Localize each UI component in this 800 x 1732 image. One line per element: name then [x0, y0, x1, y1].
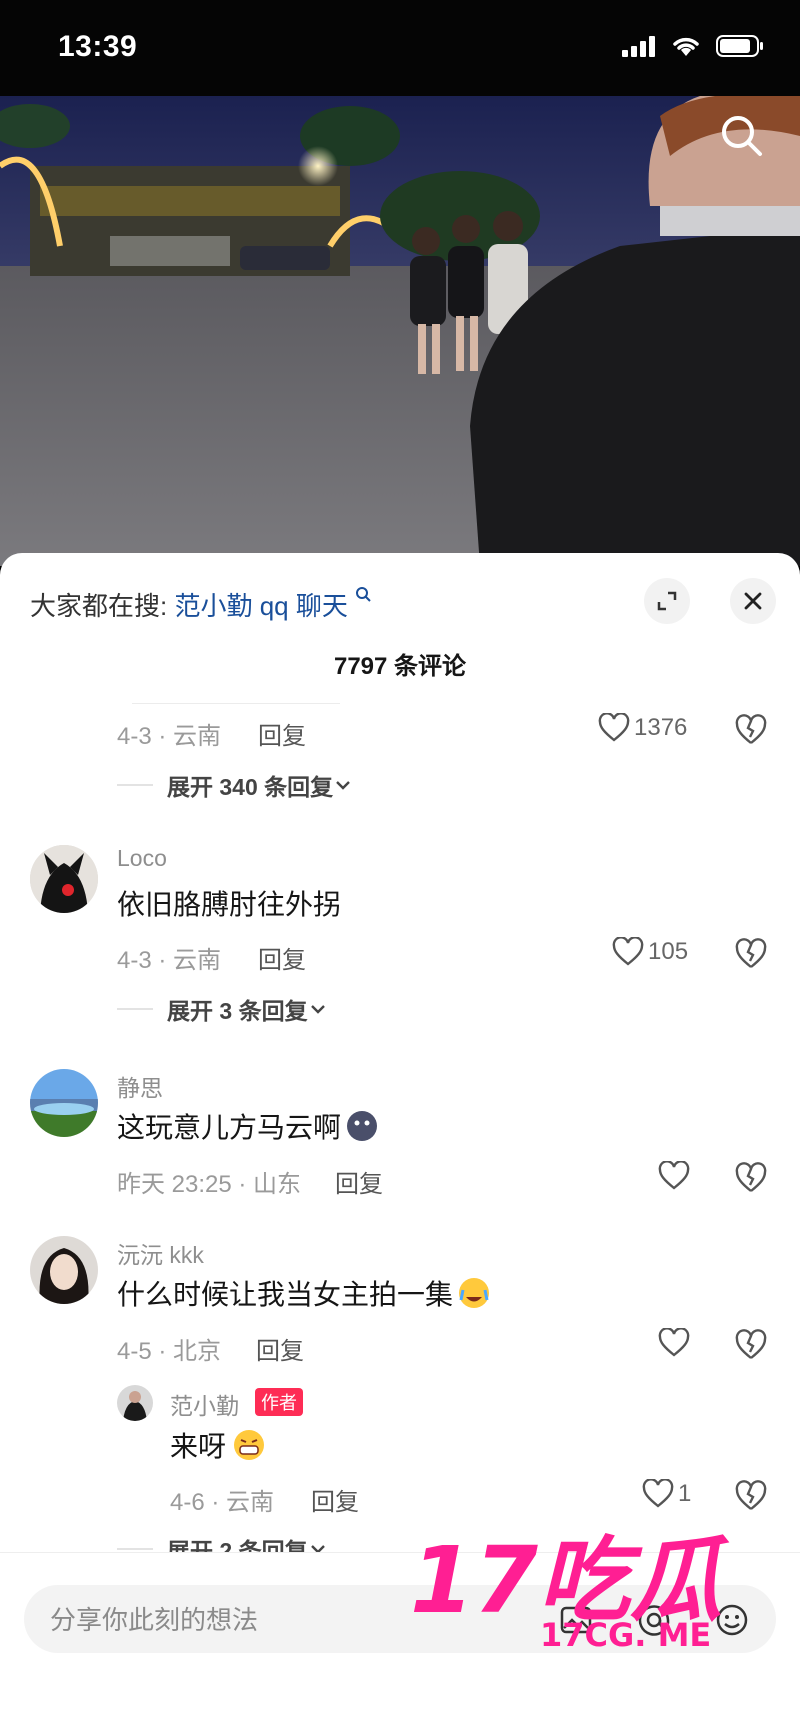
watermark-logo: 17吃瓜 17CG. ME	[410, 1530, 730, 1650]
avatar-image	[30, 1236, 98, 1304]
heart-icon	[658, 1161, 690, 1190]
reply-button[interactable]: 回复	[258, 716, 306, 751]
hot-search-bar[interactable]: 大家都在搜: 范小勤 qq 聊天	[30, 586, 371, 623]
status-bar: 13:39	[0, 0, 800, 96]
emoji-sticker-icon	[347, 1111, 378, 1141]
like-button[interactable]: 105	[612, 937, 688, 967]
like-count: 105	[648, 938, 689, 965]
like-button[interactable]	[658, 1161, 690, 1191]
search-small-icon	[356, 587, 371, 602]
expand-icon	[657, 591, 677, 611]
broken-heart-icon[interactable]	[734, 713, 768, 747]
expand-panel-button[interactable]	[644, 578, 690, 624]
expand-label: 展开 340 条回复	[167, 774, 334, 800]
chevron-down-icon	[336, 781, 351, 790]
expand-line	[117, 1008, 153, 1010]
status-time: 13:39	[58, 30, 138, 63]
expand-label: 展开 3 条回复	[167, 998, 308, 1024]
grin-emoji-icon	[234, 1430, 265, 1460]
avatar[interactable]	[30, 1236, 98, 1304]
comment-text-value: 什么时候让我当女主拍一集	[117, 1279, 454, 1310]
hot-search-label: 大家都在搜:	[30, 591, 168, 621]
heart-icon	[658, 1328, 690, 1357]
comment-meta: 昨天 23:25 · 山东	[117, 1171, 302, 1198]
chevron-down-icon	[310, 1005, 325, 1014]
reply-button[interactable]: 回复	[258, 940, 306, 975]
like-count: 1	[678, 1480, 692, 1507]
expand-replies[interactable]: 展开 340 条回复	[117, 768, 353, 802]
reply-text: 来呀	[170, 1425, 266, 1465]
reply-meta: 4-6 · 云南	[170, 1489, 275, 1516]
reply-text-value: 来呀	[170, 1431, 227, 1462]
avatar[interactable]	[30, 845, 98, 913]
watermark-small-text: 17CG. ME	[540, 1616, 711, 1650]
avatar-image	[30, 1069, 98, 1137]
video-frame	[0, 96, 800, 566]
battery-icon	[716, 35, 763, 57]
close-icon	[744, 592, 762, 610]
broken-heart-icon[interactable]	[734, 1328, 768, 1362]
username[interactable]: 沅沅 kkk	[117, 1236, 204, 1270]
expand-line	[117, 1548, 153, 1550]
status-icons	[622, 34, 764, 58]
expand-line	[117, 784, 153, 786]
comment-text-value: 这玩意儿方马云啊	[117, 1112, 342, 1143]
like-button[interactable]: 1376	[598, 713, 687, 743]
reply-button[interactable]: 回复	[335, 1164, 383, 1199]
expand-replies[interactable]: 展开 3 条回复	[117, 992, 328, 1026]
avatar-image	[30, 845, 98, 913]
author-badge: 作者	[255, 1388, 303, 1416]
hot-search-query[interactable]: 范小勤 qq 聊天	[174, 591, 347, 621]
heart-icon	[642, 1479, 674, 1508]
like-button[interactable]	[658, 1328, 690, 1358]
comment-text: 依旧胳膊肘往外拐	[117, 889, 342, 920]
comment-count: 7797 条评论	[333, 653, 467, 680]
reply-username[interactable]: 范小勤	[170, 1387, 239, 1421]
username[interactable]: 静思	[117, 1069, 163, 1103]
reply-button[interactable]: 回复	[256, 1331, 304, 1366]
username[interactable]: Loco	[117, 845, 167, 872]
like-button[interactable]: 1	[642, 1479, 691, 1509]
comment-text: 这玩意儿方马云啊	[117, 1106, 379, 1146]
heart-icon	[612, 937, 644, 966]
heart-icon	[598, 713, 630, 742]
reply-avatar[interactable]	[117, 1385, 153, 1421]
search-icon[interactable]	[718, 112, 766, 160]
comment-meta: 4-3 · 云南	[117, 947, 222, 974]
wifi-icon	[673, 37, 699, 56]
broken-heart-icon[interactable]	[734, 937, 768, 971]
close-panel-button[interactable]	[730, 578, 776, 624]
crying-laugh-emoji-icon	[459, 1278, 490, 1308]
broken-heart-icon[interactable]	[734, 1479, 768, 1513]
avatar-image	[117, 1385, 153, 1421]
comment-meta: 4-3 · 云南	[117, 723, 222, 750]
avatar[interactable]	[30, 1069, 98, 1137]
reply-button[interactable]: 回复	[311, 1482, 359, 1517]
comment-meta: 4-5 · 北京	[117, 1338, 222, 1365]
divider	[132, 703, 340, 704]
comment-text: 什么时候让我当女主拍一集	[117, 1273, 491, 1313]
video-player[interactable]	[0, 96, 800, 566]
like-count: 1376	[634, 714, 688, 741]
broken-heart-icon[interactable]	[734, 1161, 768, 1195]
signal-icon	[622, 36, 655, 57]
